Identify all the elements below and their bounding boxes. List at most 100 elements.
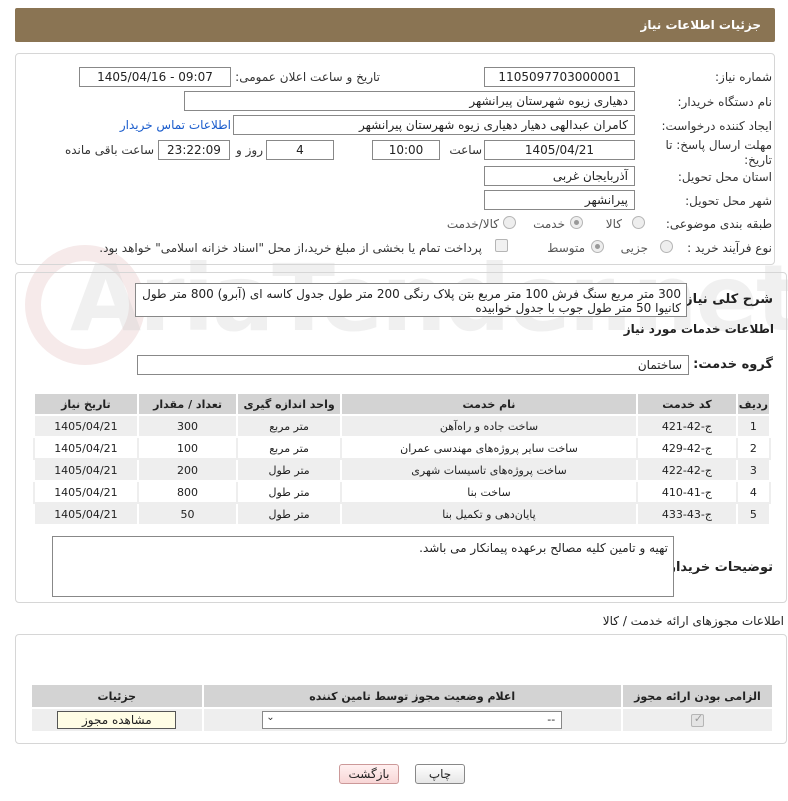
cell-code: ج-42-422 xyxy=(636,458,738,482)
cell-name: ساخت بنا xyxy=(339,480,639,504)
back-button[interactable]: بازگشت xyxy=(339,764,399,784)
category-option-goods: کالا xyxy=(605,217,622,231)
view-license-button[interactable]: مشاهده مجوز xyxy=(57,711,177,729)
service-group-field[interactable]: ساختمان xyxy=(137,355,689,375)
process-option-medium: متوسط xyxy=(547,241,585,255)
licenses-section-title: اطلاعات مجوزهای ارائه خدمت / کالا xyxy=(602,614,784,628)
col-name: نام خدمت xyxy=(339,392,639,416)
deadline-label: مهلت ارسال پاسخ: تا تاریخ: xyxy=(665,138,772,167)
print-button[interactable]: چاپ xyxy=(415,764,465,784)
license-status-value: -- xyxy=(547,713,556,726)
cell-date: 1405/04/21 xyxy=(33,458,139,482)
days-field[interactable]: 4 xyxy=(266,140,334,160)
category-option-service: خدمت xyxy=(533,217,565,231)
col-code: کد خدمت xyxy=(636,392,738,416)
need-number-field[interactable]: 1105097703000001 xyxy=(484,67,635,87)
services-table: ردیف کد خدمت نام خدمت واحد اندازه گیری ت… xyxy=(33,392,772,526)
cell-code: ج-42-421 xyxy=(636,414,738,438)
cell-idx: 2 xyxy=(735,436,772,460)
table-row: 5 ج-43-433 پایان‌دهی و تکمیل بنا متر طول… xyxy=(33,502,772,526)
need-number-label: شماره نیاز: xyxy=(715,70,772,84)
category-radio-service[interactable] xyxy=(570,216,583,229)
province-label: استان محل تحویل: xyxy=(677,170,772,184)
cell-qty: 50 xyxy=(136,502,239,526)
process-option-minor: جزیی xyxy=(620,241,648,255)
cell-qty: 200 xyxy=(136,458,239,482)
col-unit: واحد اندازه گیری xyxy=(236,392,342,416)
col-license-status: اعلام وضعیت مجوز توسط تامین کننده xyxy=(201,683,623,709)
services-header-row: ردیف کد خدمت نام خدمت واحد اندازه گیری ت… xyxy=(33,392,772,416)
cell-unit: متر مربع xyxy=(236,414,342,438)
cell-qty: 300 xyxy=(136,414,239,438)
cell-code: ج-41-410 xyxy=(636,480,738,504)
cell-name: ساخت سایر پروژه‌های مهندسی عمران xyxy=(339,436,639,460)
buyer-org-label: نام دستگاه خریدار: xyxy=(677,95,773,109)
license-details-cell: مشاهده مجوز xyxy=(30,707,204,733)
process-radio-medium[interactable] xyxy=(591,240,604,253)
category-option-goods-service: کالا/خدمت xyxy=(446,217,499,231)
buyer-notes-label: توضیحات خریدار: xyxy=(663,560,773,575)
announce-field[interactable]: 1405/04/16 - 09:07 xyxy=(79,67,231,87)
col-license-required: الزامی بودن ارائه مجوز xyxy=(620,683,775,709)
deadline-time-label: ساعت xyxy=(449,143,482,157)
category-radio-goods-service[interactable] xyxy=(503,216,516,229)
license-status-select[interactable]: -- ⌄ xyxy=(262,711,563,729)
creator-label: ایجاد کننده درخواست: xyxy=(661,119,772,133)
remaining-time-field[interactable]: 23:22:09 xyxy=(158,140,230,160)
cell-idx: 3 xyxy=(735,458,772,482)
cell-unit: متر مربع xyxy=(236,436,342,460)
cell-name: پایان‌دهی و تکمیل بنا xyxy=(339,502,639,526)
table-row: 3 ج-42-422 ساخت پروژه‌های تاسیسات شهری م… xyxy=(33,458,772,482)
licenses-header-row: الزامی بودن ارائه مجوز اعلام وضعیت مجوز … xyxy=(30,683,775,709)
col-license-details: جزئیات xyxy=(30,683,204,709)
table-row: 4 ج-41-410 ساخت بنا متر طول 800 1405/04/… xyxy=(33,480,772,504)
process-label: نوع فرآیند خرید : xyxy=(687,241,772,255)
cell-unit: متر طول xyxy=(236,458,342,482)
cell-unit: متر طول xyxy=(236,480,342,504)
col-date: تاریخ نیاز xyxy=(33,392,139,416)
license-status-cell: -- ⌄ xyxy=(201,707,623,733)
deadline-date-field[interactable]: 1405/04/21 xyxy=(484,140,635,160)
deadline-time-field[interactable]: 10:00 xyxy=(372,140,440,160)
cell-name: ساخت پروژه‌های تاسیسات شهری xyxy=(339,458,639,482)
cell-date: 1405/04/21 xyxy=(33,480,139,504)
announce-label: تاریخ و ساعت اعلان عمومی: xyxy=(235,70,380,84)
category-label: طبقه بندی موضوعی: xyxy=(665,217,772,231)
cell-date: 1405/04/21 xyxy=(33,414,139,438)
buyer-org-field[interactable]: دهیاری زیوه شهرستان پیرانشهر xyxy=(184,91,635,111)
table-row: 1 ج-42-421 ساخت جاده و راه‌آهن متر مربع … xyxy=(33,414,772,438)
cell-qty: 800 xyxy=(136,480,239,504)
licenses-table: الزامی بودن ارائه مجوز اعلام وضعیت مجوز … xyxy=(30,683,775,733)
service-group-label: گروه خدمت: xyxy=(693,357,773,372)
cell-date: 1405/04/21 xyxy=(33,436,139,460)
buyer-notes-textarea[interactable]: تهیه و تامین کلیه مصالح برعهده پیمانکار … xyxy=(52,536,674,597)
cell-date: 1405/04/21 xyxy=(33,502,139,526)
treasury-note: پرداخت تمام یا بخشی از مبلغ خرید،از محل … xyxy=(99,241,482,255)
process-radio-minor[interactable] xyxy=(660,240,673,253)
cell-unit: متر طول xyxy=(236,502,342,526)
city-field[interactable]: پیرانشهر xyxy=(484,190,635,210)
cell-code: ج-43-433 xyxy=(636,502,738,526)
cell-name: ساخت جاده و راه‌آهن xyxy=(339,414,639,438)
page-title: جزئیات اطلاعات نیاز xyxy=(15,8,775,42)
license-required-checkbox: ✓ xyxy=(690,711,704,727)
license-required-cell: ✓ xyxy=(620,707,775,733)
days-label: روز و xyxy=(236,143,263,157)
category-radio-goods[interactable] xyxy=(632,216,645,229)
chevron-down-icon: ⌄ xyxy=(266,712,275,723)
cell-idx: 1 xyxy=(735,414,772,438)
description-label: شرح کلی نیاز: xyxy=(679,292,773,307)
contact-buyer-link[interactable]: اطلاعات تماس خریدار xyxy=(120,118,231,132)
col-qty: تعداد / مقدار xyxy=(136,392,239,416)
check-mark-icon: ✓ xyxy=(693,711,704,725)
col-idx: ردیف xyxy=(735,392,772,416)
cell-code: ج-42-429 xyxy=(636,436,738,460)
treasury-checkbox[interactable] xyxy=(495,239,508,252)
creator-field[interactable]: کامران عبدالهی دهیار دهیاری زیوه شهرستان… xyxy=(233,115,635,135)
cell-qty: 100 xyxy=(136,436,239,460)
province-field[interactable]: آذربایجان غربی xyxy=(484,166,635,186)
table-row: 2 ج-42-429 ساخت سایر پروژه‌های مهندسی عم… xyxy=(33,436,772,460)
description-textarea[interactable]: 300 متر مربع سنگ فرش 100 متر مربع بتن پل… xyxy=(135,283,687,317)
services-section-title: اطلاعات خدمات مورد نیاز xyxy=(623,322,774,336)
cell-idx: 5 xyxy=(735,502,772,526)
